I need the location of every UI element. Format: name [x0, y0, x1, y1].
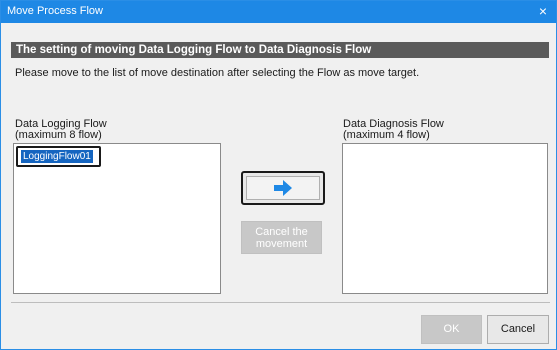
diagnosis-flow-label: Data Diagnosis Flow (maximum 4 flow) [343, 119, 444, 141]
section-header: The setting of moving Data Logging Flow … [11, 42, 549, 58]
cancel-button[interactable]: Cancel [487, 315, 549, 344]
ok-button[interactable]: OK [421, 315, 482, 344]
right-arrow-icon [274, 180, 292, 196]
close-icon[interactable]: × [536, 3, 550, 19]
list-item-loggingflow01[interactable]: LoggingFlow01 [16, 146, 101, 167]
move-process-flow-dialog: Move Process Flow × The setting of movin… [0, 0, 557, 350]
footer-divider [11, 302, 550, 303]
cancel-movement-label-2: movement [255, 238, 308, 250]
instruction-text: Please move to the list of move destinat… [15, 67, 420, 79]
list-item-label: LoggingFlow01 [21, 150, 93, 163]
move-right-button[interactable] [241, 171, 325, 205]
logging-flow-label: Data Logging Flow (maximum 8 flow) [15, 119, 107, 141]
diagnosis-flow-list[interactable] [342, 143, 548, 294]
logging-flow-list[interactable]: LoggingFlow01 [13, 143, 221, 294]
logging-flow-label-max: (maximum 8 flow) [15, 129, 102, 141]
window-title: Move Process Flow [7, 5, 103, 17]
diagnosis-flow-label-max: (maximum 4 flow) [343, 129, 430, 141]
cancel-movement-button[interactable]: Cancel the movement [241, 221, 322, 254]
titlebar: Move Process Flow × [1, 1, 556, 23]
cancel-movement-label-1: Cancel the [255, 226, 308, 238]
